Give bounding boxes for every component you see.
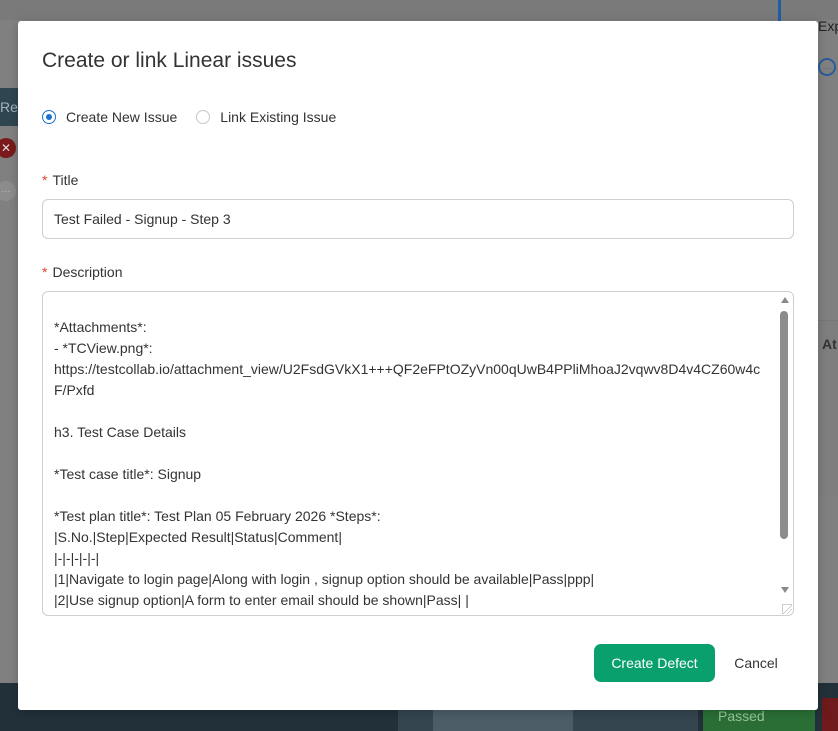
required-marker: * [42,264,48,280]
required-marker: * [42,172,48,188]
background-right-panel-label: At [822,336,837,352]
description-label-text: Description [52,264,123,280]
link-existing-issue-radio[interactable] [196,110,211,124]
title-label-text: Title [52,172,79,188]
description-textarea[interactable]: *Attachments*: - *TCView.png*: https://t… [42,291,794,616]
create-new-issue-label[interactable]: Create New Issue [66,109,177,125]
modal-title: Create or link Linear issues [42,49,297,72]
description-text[interactable]: *Attachments*: - *TCView.png*: https://t… [54,317,764,611]
cancel-button[interactable]: Cancel [724,644,788,682]
issue-mode-radio-group: Create New Issue Link Existing Issue [42,109,355,125]
create-new-issue-radio[interactable] [42,110,56,124]
resize-grip-icon[interactable] [782,604,792,614]
title-input[interactable] [42,199,794,239]
create-defect-button[interactable]: Create Defect [594,644,715,682]
linear-issue-modal: Create or link Linear issues Create New … [18,21,818,710]
background-red-button [822,698,838,731]
scroll-up-arrow-icon[interactable] [781,297,789,303]
scroll-thumb[interactable] [780,311,788,539]
description-scrollbar[interactable] [779,293,792,603]
background-status-label: Passed [718,708,765,724]
background-left-tab-label: Res [0,99,18,115]
background-topbar [0,0,838,20]
background-right-label: Exp [818,18,838,34]
link-existing-issue-label[interactable]: Link Existing Issue [220,109,336,125]
description-field-label: * Description [42,264,122,280]
scroll-down-arrow-icon[interactable] [781,587,789,593]
background-left-tab: Res [0,88,18,126]
title-field-label: * Title [42,172,78,188]
background-chat-icon: … [818,58,836,76]
